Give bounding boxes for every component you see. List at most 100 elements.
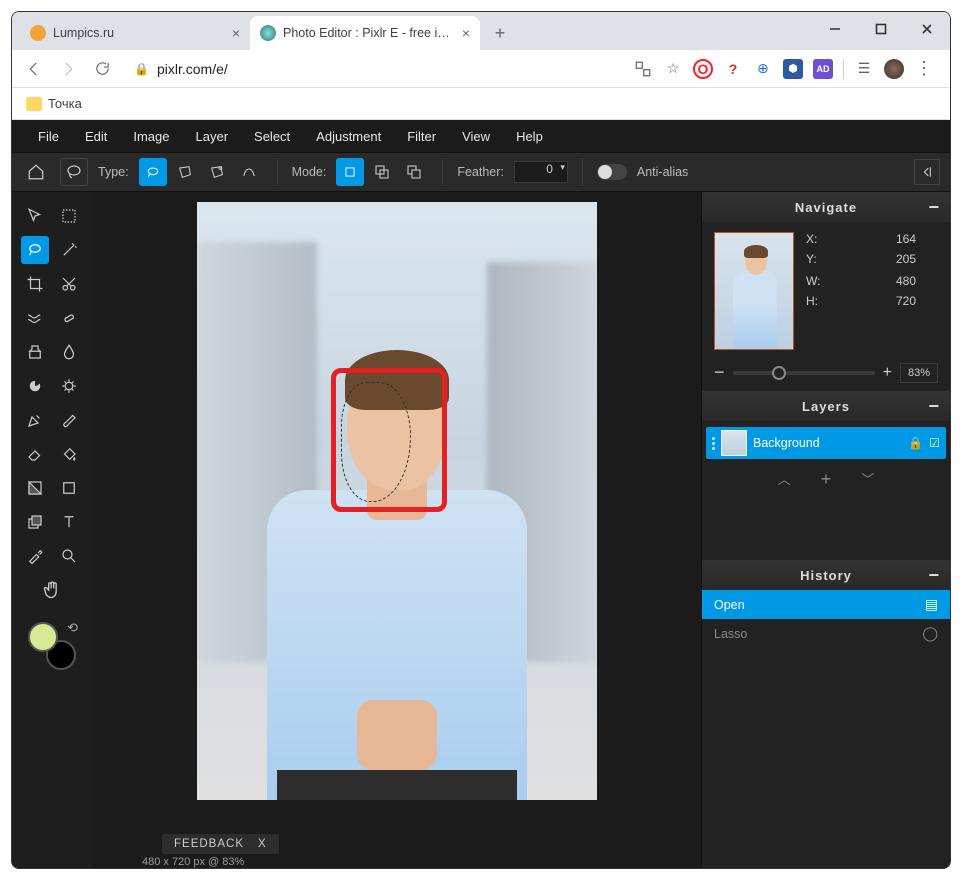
lasso-free-button[interactable] [139,158,167,186]
layer-item[interactable]: Background 🔒 ☑ [706,427,946,459]
drag-handle-icon[interactable] [712,437,715,450]
layer-up-button[interactable]: ︿ [778,469,791,490]
navigate-panel-header[interactable]: Navigate − [702,192,950,222]
feedback-tab[interactable]: FEEDBACK X [162,834,279,854]
zoom-out-button[interactable]: − [714,362,725,383]
text-tool[interactable] [55,508,83,536]
favicon-icon [30,25,46,41]
visibility-icon[interactable]: ☑ [929,436,940,450]
feedback-close[interactable]: X [258,838,267,850]
shape-tool[interactable] [55,474,83,502]
pen-tool[interactable] [21,406,49,434]
new-tab-button[interactable]: + [486,19,514,47]
menu-adjustment[interactable]: Adjustment [304,123,393,150]
collapse-panels-button[interactable] [914,159,940,185]
translate-icon[interactable] [633,59,653,79]
color-swatches[interactable]: ⟲ [28,622,76,670]
heal-tool[interactable] [55,304,83,332]
layer-thumbnail[interactable] [721,430,747,456]
brush-tool[interactable] [55,406,83,434]
feather-input[interactable]: 0 [514,161,568,183]
bookmark-star-icon[interactable]: ☆ [663,59,683,79]
canvas-area[interactable]: FEEDBACK X 480 x 720 px @ 83% [92,192,701,868]
kebab-menu-icon[interactable]: ⋮ [914,59,934,79]
history-item-lasso[interactable]: Lasso ◯ [702,619,950,648]
sponge-tool[interactable] [55,372,83,400]
menu-file[interactable]: File [26,123,71,150]
collapse-icon[interactable]: − [928,401,940,411]
hand-tool[interactable] [38,576,66,604]
replace-color-tool[interactable] [21,508,49,536]
menu-image[interactable]: Image [121,123,181,150]
move-tool[interactable] [21,202,49,230]
liquify-tool[interactable] [21,304,49,332]
foreground-swatch[interactable] [28,622,58,652]
ad-ext-icon[interactable]: AD [813,59,833,79]
menu-view[interactable]: View [450,123,502,150]
zoom-value[interactable]: 83% [900,363,938,383]
collapse-icon[interactable]: − [928,570,940,580]
menu-edit[interactable]: Edit [73,123,119,150]
mode-label: Mode: [292,165,327,179]
minimize-button[interactable] [812,12,858,46]
lasso-magnetic-button[interactable] [203,158,231,186]
cut-tool[interactable] [55,270,83,298]
nav-h: 720 [896,294,916,308]
globe-ext-icon[interactable]: ⊕ [753,59,773,79]
forward-button[interactable] [56,57,80,81]
marquee-tool[interactable] [55,202,83,230]
maximize-button[interactable] [858,12,904,46]
clone-tool[interactable] [21,338,49,366]
cube-ext-icon[interactable]: ⬢ [783,59,803,79]
lasso-tool-icon[interactable] [60,158,88,186]
help-ext-icon[interactable]: ? [723,59,743,79]
collapse-icon[interactable]: − [928,202,940,212]
lasso-tool[interactable] [21,236,49,264]
canvas[interactable] [197,202,597,800]
antialias-toggle[interactable] [597,164,627,180]
browser-tab-pixlr[interactable]: Photo Editor : Pixlr E - free image × [250,16,480,50]
home-button[interactable] [22,158,50,186]
lasso-bezier-button[interactable] [235,158,263,186]
menu-help[interactable]: Help [504,123,555,150]
opera-ext-icon[interactable]: O [693,59,713,79]
gradient-tool[interactable] [21,474,49,502]
close-icon[interactable]: × [232,25,240,41]
mode-add-button[interactable] [368,158,396,186]
antialias-label: Anti-alias [637,165,688,179]
bookmark-item[interactable]: Точка [48,96,82,111]
menu-layer[interactable]: Layer [184,123,241,150]
reader-icon[interactable]: ☰ [854,59,874,79]
blur-tool[interactable] [55,338,83,366]
menu-filter[interactable]: Filter [395,123,448,150]
crop-tool[interactable] [21,270,49,298]
lock-icon: 🔒 [134,62,149,76]
zoom-tool[interactable] [55,542,83,570]
lock-icon[interactable]: 🔒 [908,436,923,450]
layer-add-button[interactable]: + [821,469,832,490]
zoom-slider[interactable] [733,371,875,375]
layer-down-button[interactable]: ﹀ [861,469,874,490]
swap-colors-icon[interactable]: ⟲ [67,620,78,636]
fill-tool[interactable] [55,440,83,468]
lasso-poly-button[interactable] [171,158,199,186]
zoom-in-button[interactable]: + [883,364,892,382]
back-button[interactable] [22,57,46,81]
dodge-tool[interactable] [21,372,49,400]
reload-button[interactable] [90,57,114,81]
history-panel-header[interactable]: History − [702,560,950,590]
layers-panel-header[interactable]: Layers − [702,391,950,421]
mode-new-button[interactable] [336,158,364,186]
browser-tab-lumpics[interactable]: Lumpics.ru × [20,16,250,50]
eraser-tool[interactable] [21,440,49,468]
profile-avatar[interactable] [884,59,904,79]
close-button[interactable] [904,12,950,46]
url-field[interactable]: 🔒 pixlr.com/e/ [124,61,623,77]
close-icon[interactable]: × [462,25,470,41]
wand-tool[interactable] [55,236,83,264]
mode-subtract-button[interactable] [400,158,428,186]
eyedropper-tool[interactable] [21,542,49,570]
navigator-thumbnail[interactable] [714,232,794,350]
history-item-open[interactable]: Open ▤ [702,590,950,619]
menu-select[interactable]: Select [242,123,302,150]
